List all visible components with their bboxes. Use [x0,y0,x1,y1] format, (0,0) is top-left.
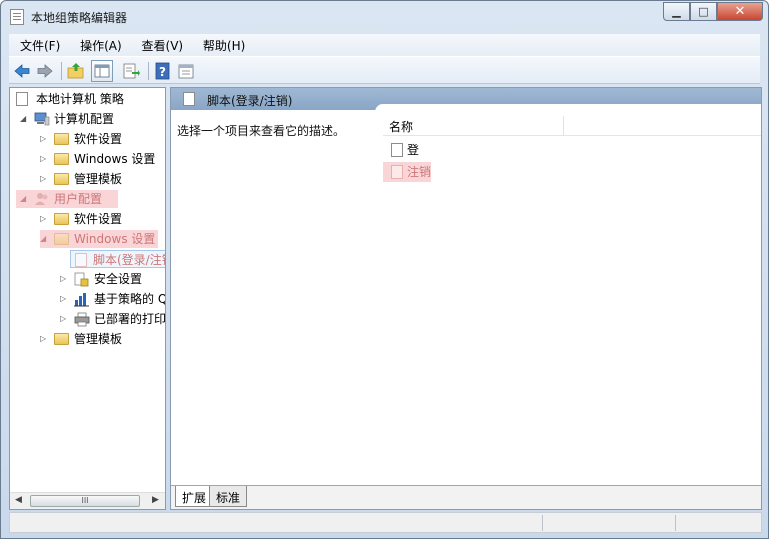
printer-icon [74,312,90,327]
policy-document-icon [16,92,28,106]
tree-item-scripts[interactable]: 脚本(登录/注销 [70,250,166,268]
tree-item-label: 安全设置 [94,272,143,286]
expand-arrow-icon[interactable]: ▷ [40,330,46,348]
bar-chart-icon [74,293,89,307]
menu-file[interactable]: 文件(F) [15,34,65,54]
folder-icon [54,233,69,245]
tree-item-label: 本地计算机 策略 [36,92,124,106]
tree-item-admin-templates[interactable]: ▷ 管理模板 [14,330,164,348]
window-title: 本地组策略编辑器 [31,11,128,25]
expand-arrow-icon[interactable]: ▷ [60,290,66,308]
status-divider [542,515,543,531]
title-bar: 本地组策略编辑器 ▁ □ ✕ [1,1,768,31]
tree-item-label: 用户配置 [54,192,103,206]
tree-item-user-config[interactable]: ◢ 用户配置 [16,190,118,208]
menu-bar: 文件(F) 操作(A) 查看(V) 帮助(H) [9,34,760,56]
tree-item-label: 管理模板 [74,172,123,186]
items-list[interactable]: 名称 登录 注销 [375,104,761,474]
tree-item-windows-settings[interactable]: ◢ Windows 设置 [40,230,158,248]
collapse-arrow-icon[interactable]: ◢ [20,190,26,208]
details-title: 脚本(登录/注销) [207,94,293,108]
toolbar-separator [61,62,62,80]
export-list-icon[interactable] [122,62,140,80]
app-icon [10,9,24,25]
tree-item-label: 基于策略的 Q [94,292,166,306]
toolbar: ? [9,56,760,84]
tree-item-computer-config[interactable]: ◢ 计算机配置 [14,110,164,128]
app-window: 本地组策略编辑器 ▁ □ ✕ 文件(F) 操作(A) 查看(V) 帮助(H) ?… [0,0,769,539]
tree-item-label: 软件设置 [74,212,123,226]
expand-arrow-icon[interactable]: ▷ [40,170,46,188]
maximize-button[interactable]: □ [690,2,717,21]
description-text: 选择一个项目来查看它的描述。 [177,124,346,138]
svg-text:?: ? [159,65,166,79]
toolbar-separator [148,62,149,80]
collapse-arrow-icon[interactable]: ◢ [40,230,46,248]
navigation-tree[interactable]: 本地计算机 策略 ◢ 计算机配置 ▷ 软件设置 ▷ Windows 设置 ▷ 管… [9,87,166,510]
tree-item-root[interactable]: 本地计算机 策略 [14,90,164,108]
window-controls: ▁ □ ✕ [663,2,763,21]
tree-item-label: 脚本(登录/注销 [93,253,166,267]
up-folder-icon[interactable] [67,62,85,80]
scroll-right-icon[interactable]: ▶ [152,495,159,505]
list-item-logoff[interactable]: 注销 [383,162,431,182]
tree-item-deployed-printers[interactable]: ▷ 已部署的打印 [14,310,166,328]
properties-icon[interactable] [177,62,195,80]
collapse-arrow-icon[interactable]: ◢ [20,110,26,128]
tree-item-windows-settings[interactable]: ▷ Windows 设置 [14,150,164,168]
tree-item-label: 已部署的打印 [94,312,166,326]
expand-arrow-icon[interactable]: ▷ [60,270,66,288]
folder-icon [54,333,69,345]
menu-action[interactable]: 操作(A) [75,34,127,54]
folder-icon [54,173,69,185]
status-divider [675,515,676,531]
view-tabs: 扩展 标准 [171,485,761,509]
list-header: 名称 [383,116,761,136]
status-bar [9,512,762,533]
details-pane: 脚本(登录/注销) 选择一个项目来查看它的描述。 名称 登录 注销 扩展 标准 [170,87,762,510]
expand-arrow-icon[interactable]: ▷ [40,130,46,148]
tree-item-security-settings[interactable]: ▷ 安全设置 [14,270,164,288]
tree-item-software-settings[interactable]: ▷ 软件设置 [14,210,164,228]
folder-icon [54,213,69,225]
expand-arrow-icon[interactable]: ▷ [60,310,66,328]
menu-view[interactable]: 查看(V) [137,34,189,54]
tree-item-software-settings[interactable]: ▷ 软件设置 [14,130,164,148]
script-icon [391,165,403,179]
help-icon[interactable]: ? [154,62,172,80]
tree-item-label: Windows 设置 [74,232,156,246]
close-button[interactable]: ✕ [717,2,763,21]
list-item-label: 注销 [407,165,432,179]
tree-item-label: Windows 设置 [74,152,156,166]
menu-help[interactable]: 帮助(H) [198,34,250,54]
back-arrow-icon[interactable] [13,62,31,80]
tab-standard[interactable]: 标准 [209,486,248,507]
column-name-header[interactable]: 名称 [389,118,413,135]
folder-icon [54,153,69,165]
tree-item-label: 计算机配置 [54,112,115,126]
scroll-left-icon[interactable]: ◀ [15,495,22,505]
users-icon [35,193,48,205]
expand-arrow-icon[interactable]: ▷ [40,210,46,228]
security-icon [74,272,89,287]
scrollbar-thumb[interactable]: III [30,495,140,507]
tree-item-label: 管理模板 [74,332,123,346]
tree-item-label: 软件设置 [74,132,123,146]
forward-arrow-icon[interactable] [36,62,54,80]
tab-extended[interactable]: 扩展 [175,486,214,507]
folder-icon [54,133,69,145]
script-icon [391,143,403,157]
expand-arrow-icon[interactable]: ▷ [40,150,46,168]
computer-icon [34,112,50,126]
tree-item-policy-based-qos[interactable]: ▷ 基于策略的 Q [14,290,166,308]
minimize-button[interactable]: ▁ [663,2,690,21]
horizontal-scrollbar[interactable]: ◀ III ▶ [10,492,165,509]
column-divider[interactable] [563,116,564,136]
show-hide-tree-icon[interactable] [91,60,113,82]
script-icon [183,92,195,106]
tree-item-admin-templates[interactable]: ▷ 管理模板 [14,170,164,188]
script-icon [75,253,87,267]
